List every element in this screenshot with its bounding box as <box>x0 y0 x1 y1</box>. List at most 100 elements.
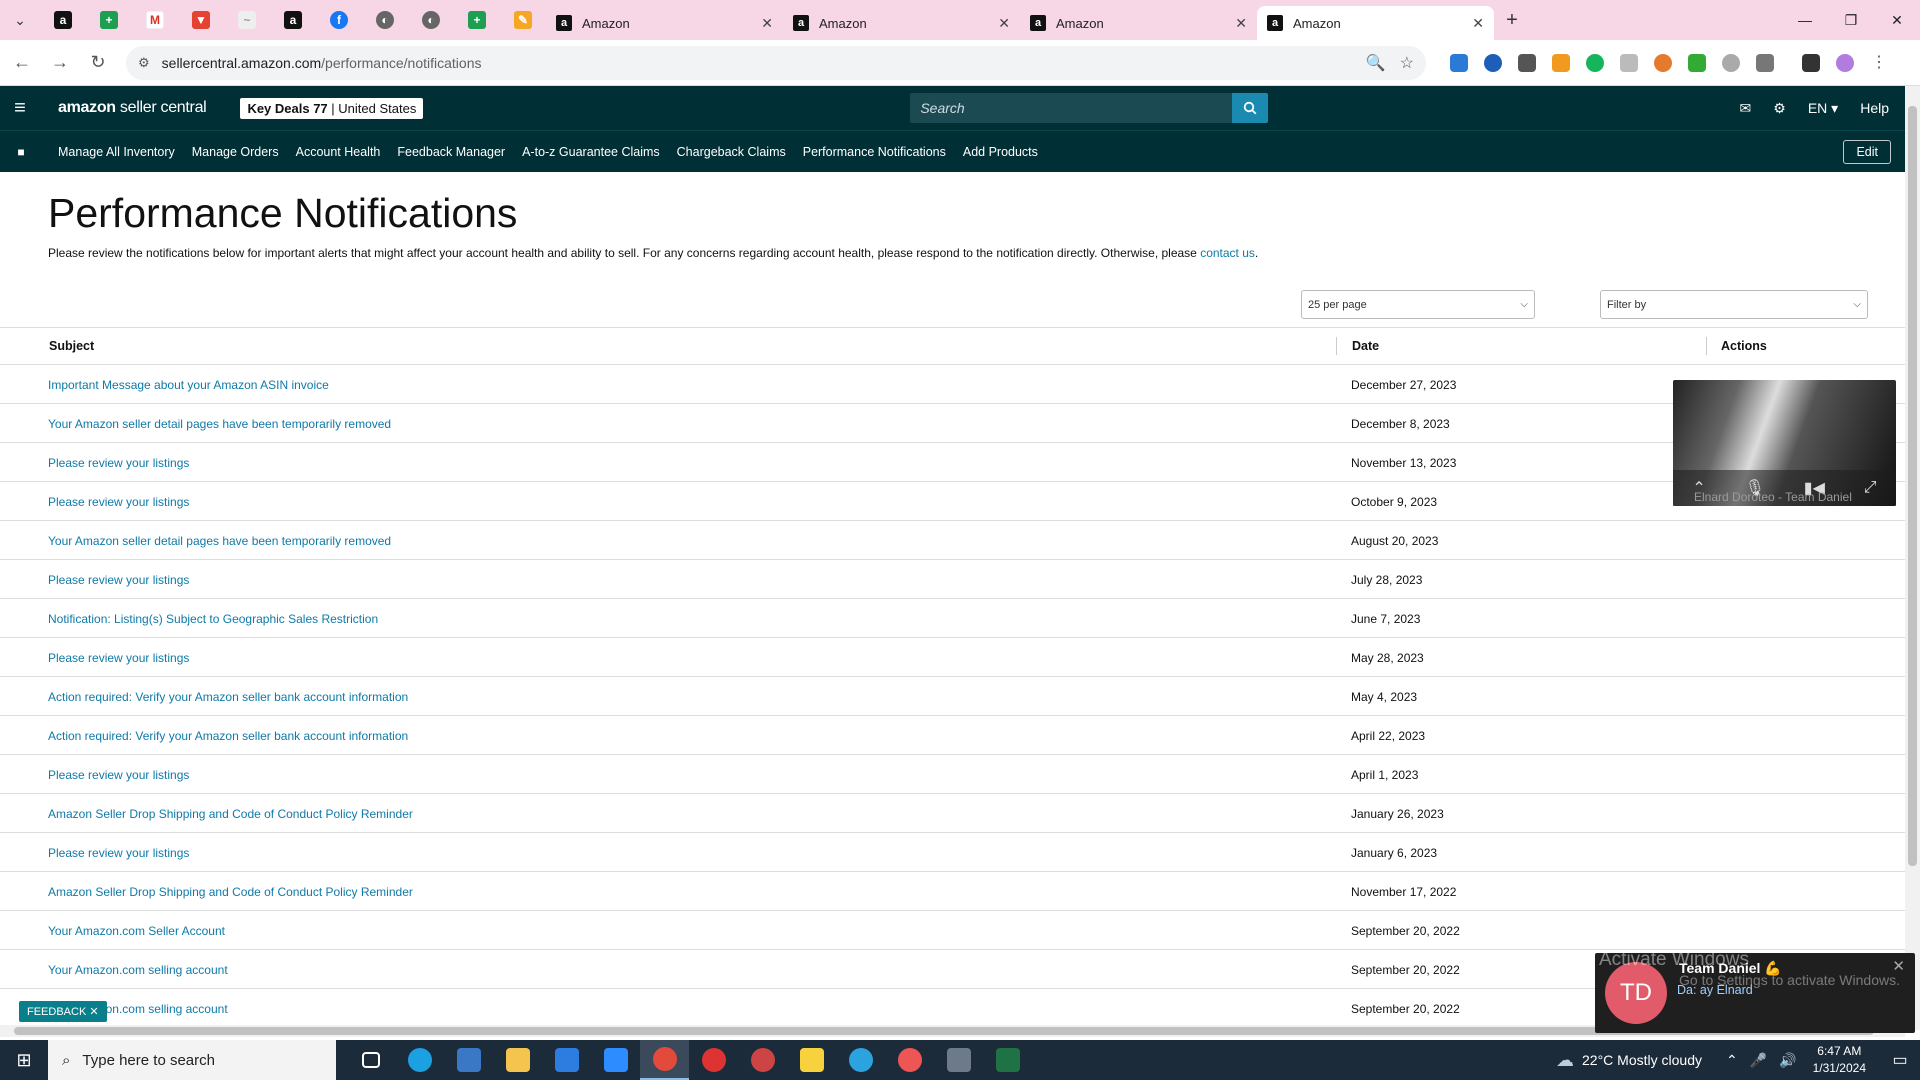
excel-icon[interactable] <box>983 1040 1032 1080</box>
extension-icon[interactable] <box>1586 53 1604 72</box>
notification-subject-link[interactable]: Please review your listings <box>48 651 189 665</box>
menu-icon[interactable]: ≡ <box>0 86 40 130</box>
profile-avatar[interactable] <box>1836 53 1854 72</box>
gear-icon[interactable]: ⚙ <box>1773 100 1786 117</box>
notification-subject-link[interactable]: Amazon Seller Drop Shipping and Code of … <box>48 807 413 821</box>
pinned-tab-amazon-2[interactable]: a <box>270 0 316 40</box>
pinned-tab-facebook[interactable]: f <box>316 0 362 40</box>
bookmark-star-icon[interactable]: ☆ <box>1400 53 1414 73</box>
telegram-icon[interactable] <box>836 1040 885 1080</box>
windows-start-icon[interactable]: ⊞ <box>0 1050 48 1071</box>
notification-center-icon[interactable]: ▭ <box>1880 1050 1920 1070</box>
nav-feedback-manager[interactable]: Feedback Manager <box>397 145 505 159</box>
calculator-icon[interactable] <box>934 1040 983 1080</box>
notification-subject-link[interactable]: Amazon Seller Drop Shipping and Code of … <box>48 885 413 899</box>
store-icon[interactable] <box>542 1040 591 1080</box>
nav-a-to-z-claims[interactable]: A-to-z Guarantee Claims <box>522 145 660 159</box>
nav-account-health[interactable]: Account Health <box>296 145 381 159</box>
contact-us-link[interactable]: contact us <box>1200 246 1255 260</box>
mail-icon[interactable]: ✉ <box>1740 100 1752 117</box>
nav-manage-all-inventory[interactable]: Manage All Inventory <box>58 145 175 159</box>
reload-button[interactable]: ↻ <box>82 47 114 79</box>
bookmark-icon[interactable]: ■ <box>0 145 42 159</box>
notification-subject-link[interactable]: Notification: Listing(s) Subject to Geog… <box>48 612 378 626</box>
chat-notification-toast[interactable]: TD Team Daniel 💪 Da: ay Elnard ✕ Activat… <box>1595 949 1915 1033</box>
pinned-tab-globe[interactable]: ◐ <box>362 0 408 40</box>
notification-subject-link[interactable]: Please review your listings <box>48 768 189 782</box>
taskbar-search-input[interactable]: ⌕ Type here to search <box>48 1040 336 1080</box>
nav-performance-notifications[interactable]: Performance Notifications <box>803 145 946 159</box>
new-tab-button[interactable]: + <box>1494 0 1530 40</box>
chevron-up-icon[interactable]: ⌃ <box>1726 1052 1738 1069</box>
header-search-input[interactable]: Search <box>910 93 1233 123</box>
language-selector[interactable]: EN ▾ <box>1808 100 1838 117</box>
close-icon[interactable]: ✕ <box>1472 15 1484 32</box>
notification-subject-link[interactable]: Please review your listings <box>48 456 189 470</box>
forward-button[interactable]: → <box>44 47 76 79</box>
expand-icon[interactable]: ⤢ <box>1864 479 1877 497</box>
back-button[interactable]: ← <box>6 47 38 79</box>
site-info-icon[interactable]: ⚙ <box>138 55 150 71</box>
weather-widget[interactable]: ☁ 22°C Mostly cloudy <box>1556 1050 1702 1071</box>
file-explorer-icon[interactable] <box>493 1040 542 1080</box>
microphone-icon[interactable]: 🎤 <box>1750 1052 1767 1069</box>
browser-tab[interactable]: a Amazon ✕ <box>783 6 1020 40</box>
close-icon[interactable]: ✕ <box>761 15 773 32</box>
notification-subject-link[interactable]: Your Amazon.com selling account <box>48 963 228 977</box>
column-date[interactable]: Date <box>1352 339 1379 353</box>
side-panel-icon[interactable] <box>1802 53 1820 72</box>
browser-tab[interactable]: a Amazon ✕ <box>546 6 783 40</box>
pinned-tab-sign[interactable]: ~ <box>224 0 270 40</box>
notification-subject-link[interactable]: Your Amazon seller detail pages have bee… <box>48 417 391 431</box>
notification-subject-link[interactable]: Your Amazon seller detail pages have bee… <box>48 534 391 548</box>
pinned-tab-amazon[interactable]: a <box>40 0 86 40</box>
pinned-tab-gmail[interactable]: M <box>132 0 178 40</box>
edit-nav-button[interactable]: Edit <box>1843 139 1891 164</box>
notification-subject-link[interactable]: Action required: Verify your Amazon sell… <box>48 690 408 704</box>
system-clock[interactable]: 6:47 AM 1/31/2024 <box>1813 1043 1866 1077</box>
chrome-profile-icon[interactable] <box>885 1040 934 1080</box>
task-view-icon[interactable] <box>346 1040 395 1080</box>
edge-icon[interactable] <box>395 1040 444 1080</box>
close-icon[interactable]: ✕ <box>998 15 1010 32</box>
store-switcher[interactable]: Key Deals 77 | United States <box>240 97 424 119</box>
pinned-tab-sheets[interactable]: + <box>86 0 132 40</box>
extension-icon[interactable] <box>1484 53 1502 72</box>
zoom-icon[interactable] <box>591 1040 640 1080</box>
sticky-notes-icon[interactable] <box>787 1040 836 1080</box>
address-bar[interactable]: ⚙ sellercentral.amazon.com/performance/n… <box>126 45 1426 80</box>
notification-subject-link[interactable]: Action required: Verify your Amazon sell… <box>48 729 408 743</box>
nav-add-products[interactable]: Add Products <box>963 145 1038 159</box>
extension-icon[interactable] <box>1620 53 1638 72</box>
filter-select[interactable]: Filter by ⌵ <box>1600 290 1868 319</box>
extension-icon[interactable] <box>1688 53 1706 72</box>
notification-subject-link[interactable]: Please review your listings <box>48 573 189 587</box>
browser-tab-active[interactable]: a Amazon ✕ <box>1257 6 1494 40</box>
extension-icon[interactable] <box>1552 53 1570 72</box>
zoom-icon[interactable]: 🔍 <box>1366 53 1386 73</box>
extension-icon[interactable] <box>1518 53 1536 72</box>
extension-icon[interactable] <box>1654 53 1672 72</box>
notification-subject-link[interactable]: Your Amazon.com Seller Account <box>48 924 225 938</box>
chrome-icon[interactable] <box>640 1040 689 1080</box>
notification-subject-link[interactable]: Please review your listings <box>48 846 189 860</box>
minimize-button[interactable]: — <box>1782 0 1828 40</box>
url-text[interactable]: sellercentral.amazon.com/performance/not… <box>162 55 1352 71</box>
pinned-tab-globe-2[interactable]: ◐ <box>408 0 454 40</box>
extensions-puzzle-icon[interactable] <box>1756 53 1774 72</box>
nav-manage-orders[interactable]: Manage Orders <box>192 145 279 159</box>
browser-menu-icon[interactable]: ⋮ <box>1870 54 1888 72</box>
tab-search-icon[interactable]: ⌄ <box>0 0 40 40</box>
pinned-tab-sheets-2[interactable]: + <box>454 0 500 40</box>
seller-central-logo[interactable]: amazon seller central <box>58 99 207 117</box>
notification-subject-link[interactable]: Please review your listings <box>48 495 189 509</box>
chrome-profile-icon[interactable] <box>689 1040 738 1080</box>
notification-subject-link[interactable]: Important Message about your Amazon ASIN… <box>48 378 329 392</box>
scrollbar-thumb[interactable] <box>1908 106 1917 866</box>
extension-icon[interactable] <box>1450 53 1468 72</box>
video-call-overlay[interactable]: ⌃ 🎙 ▮◀ ⤢ Elnard Doroteo - Team Daniel <box>1673 380 1896 506</box>
extension-icon[interactable] <box>1722 53 1740 72</box>
pinned-tab-pen[interactable]: ✎ <box>500 0 546 40</box>
per-page-select[interactable]: 25 per page ⌵ <box>1301 290 1535 319</box>
column-subject[interactable]: Subject <box>49 339 94 353</box>
